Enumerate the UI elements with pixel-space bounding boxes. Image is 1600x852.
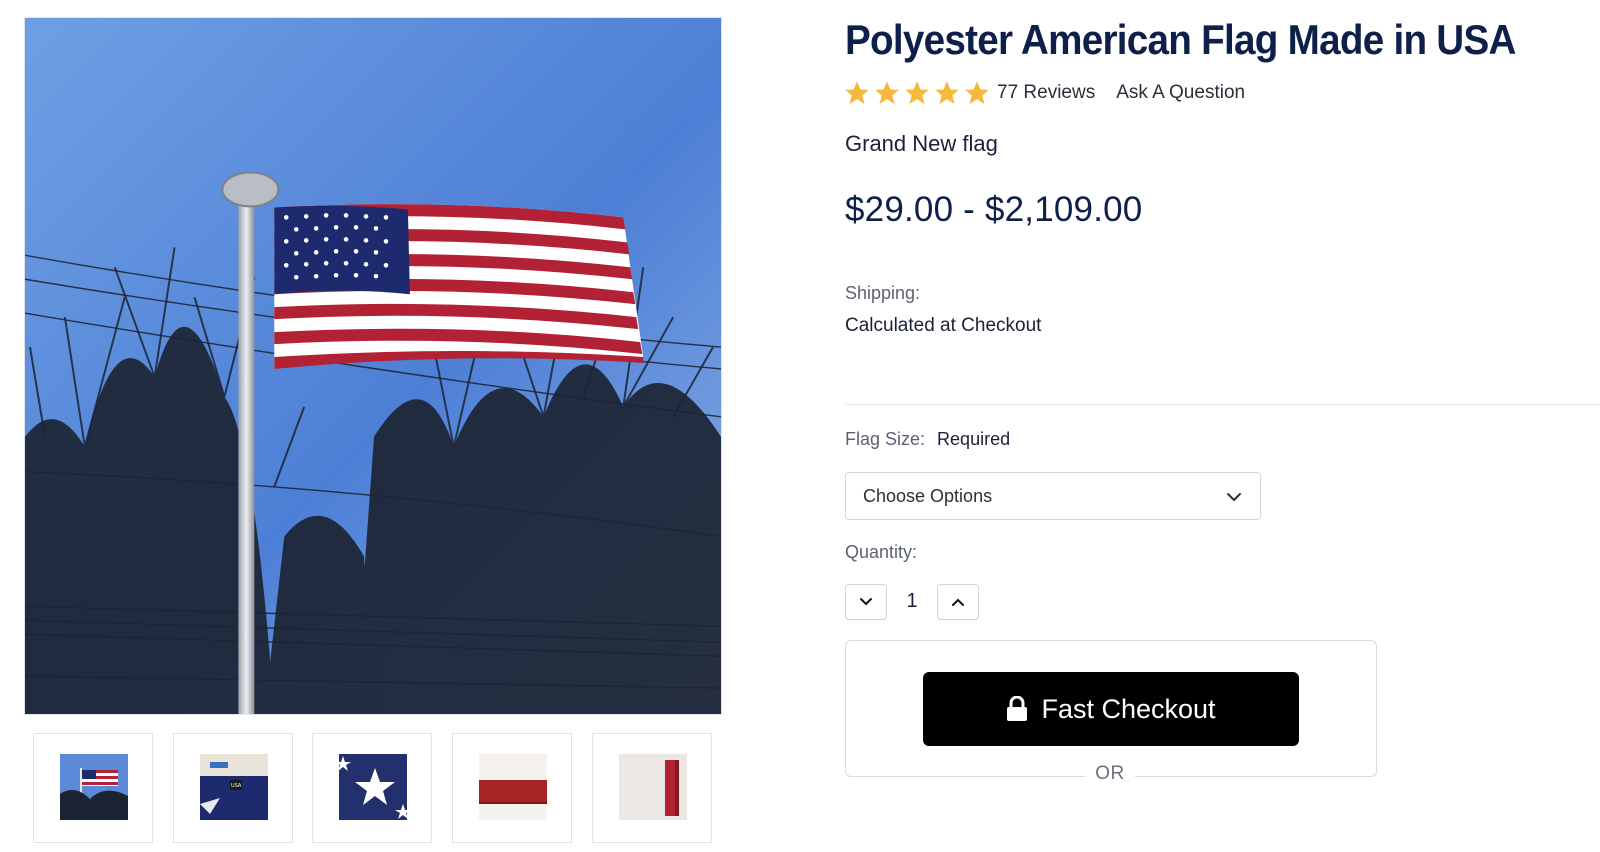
thumbnail-flag-on-pole [60, 754, 128, 820]
product-subtitle: Grand New flag [845, 131, 998, 156]
quantity-increase-button[interactable] [937, 584, 979, 620]
svg-text:USA: USA [231, 783, 242, 789]
thumbnail-4[interactable] [452, 733, 572, 843]
rating-row: 77 Reviews Ask A Question [843, 78, 1245, 108]
quantity-input[interactable]: 1 [887, 590, 937, 613]
thumbnail-1[interactable] [33, 733, 153, 843]
flag-size-label: Flag Size: [845, 429, 926, 449]
chevron-down-icon [1227, 493, 1241, 502]
shipping-label: Shipping: [845, 283, 921, 303]
flag-size-row: Flag Size: Required [845, 429, 1010, 450]
chevron-up-icon [952, 598, 964, 606]
flag-photo [25, 18, 721, 714]
main-product-image[interactable] [24, 17, 722, 715]
select-value: Choose Options [863, 486, 993, 506]
thumbnail-star-closeup [339, 754, 407, 820]
ask-question-link[interactable]: Ask A Question [1116, 82, 1245, 104]
flag-size-select[interactable]: Choose Options [845, 472, 1261, 520]
price-range: $29.00 - $2,109.00 [845, 190, 1143, 229]
star-icon [965, 81, 989, 105]
lock-icon [1007, 696, 1028, 721]
thumbnail-3[interactable] [312, 733, 432, 843]
thumbnail-flag-label: USA [200, 754, 268, 820]
star-rating [843, 79, 991, 107]
chevron-down-icon [860, 598, 872, 606]
star-icon [875, 81, 899, 105]
thumbnail-strip: USA [33, 733, 723, 852]
or-divider-label: OR [1085, 763, 1135, 785]
star-icon [935, 81, 959, 105]
divider [845, 404, 1600, 405]
thumbnail-stripe-closeup [479, 754, 547, 820]
thumbnail-5[interactable] [592, 733, 712, 843]
product-title: Polyester American Flag Made in USA [845, 16, 1516, 63]
thumbnail-2[interactable]: USA [173, 733, 293, 843]
fast-checkout-button[interactable]: Fast Checkout [923, 672, 1299, 746]
reviews-link[interactable]: 77 Reviews [997, 82, 1095, 104]
fast-checkout-label: Fast Checkout [1041, 693, 1216, 724]
thumbnail-edge-closeup [619, 754, 687, 820]
star-icon [845, 81, 869, 105]
quantity-decrease-button[interactable] [845, 584, 887, 620]
star-icon [905, 81, 929, 105]
required-indicator: Required [937, 429, 1011, 449]
quantity-label: Quantity: [845, 542, 918, 562]
shipping-value: Calculated at Checkout [845, 315, 1042, 336]
